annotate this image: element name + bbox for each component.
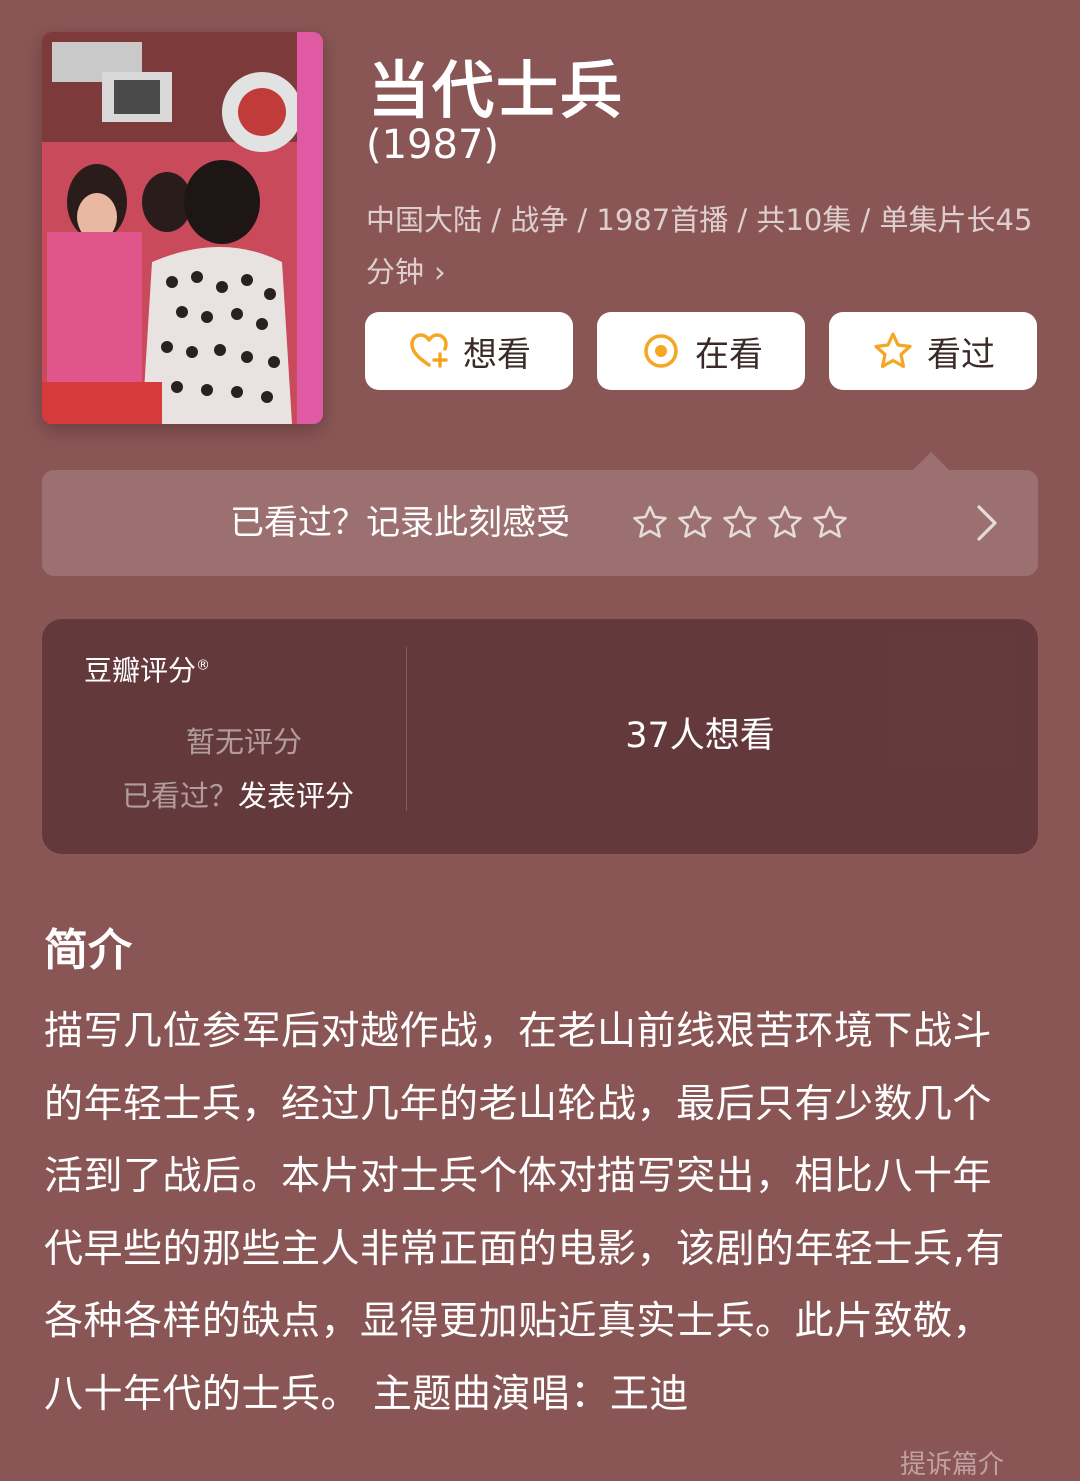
show-meta[interactable]: 中国大陆 / 战争 / 1987首播 / 共10集 / 单集片长45分钟 ›	[366, 194, 1036, 298]
record-bar-pointer	[913, 452, 949, 470]
star-outline-icon[interactable]	[765, 503, 805, 543]
douban-rating-label-text: 豆瓣评分	[84, 654, 197, 687]
heart-plus-icon	[410, 333, 448, 368]
rate-prompt-question: 已看过？	[122, 779, 239, 813]
chevron-right-icon: ›	[434, 255, 446, 289]
target-icon	[644, 334, 678, 368]
chevron-right-icon	[977, 505, 997, 541]
star-outline-icon[interactable]	[720, 503, 760, 543]
watching-button[interactable]: 在看	[597, 312, 805, 390]
show-title: 当代士兵	[368, 54, 625, 127]
record-feeling-bar[interactable]: 已看过？记录此刻感受	[42, 470, 1038, 576]
poster-image[interactable]	[42, 32, 323, 424]
rating-stars[interactable]	[630, 503, 855, 543]
watched-button[interactable]: 看过	[829, 312, 1037, 390]
record-feeling-text: 已看过？记录此刻感受	[230, 503, 570, 543]
no-rating-text: 暂无评分	[185, 725, 302, 759]
registered-mark: ®	[196, 657, 211, 674]
rating-card: 豆瓣评分® 暂无评分 已看过？发表评分 37人想看	[42, 619, 1038, 854]
star-outline-icon[interactable]	[675, 503, 715, 543]
star-outline-icon[interactable]	[810, 503, 850, 543]
want-to-watch-label: 想看	[463, 334, 531, 375]
douban-rating-label: 豆瓣评分®	[84, 649, 210, 689]
more-link[interactable]: 提诉篇介	[900, 1444, 1004, 1481]
show-meta-text: 中国大陆 / 战争 / 1987首播 / 共10集 / 单集片长45分钟	[366, 203, 1033, 289]
want-count[interactable]: 37人想看	[446, 707, 954, 758]
star-outline-icon[interactable]	[630, 503, 670, 543]
want-to-watch-button[interactable]: 想看	[365, 312, 573, 390]
watching-label: 在看	[695, 334, 763, 375]
watched-label: 看过	[927, 334, 995, 375]
synopsis-text: 描写几位参军后对越作战，在老山前线艰苦环境下战斗的年轻士兵，经过几年的老山轮战，…	[44, 1009, 1005, 1417]
post-rating-link[interactable]: 发表评分	[238, 779, 354, 813]
show-year: (1987)	[366, 122, 500, 168]
rate-prompt: 已看过？发表评分	[122, 773, 354, 815]
star-icon	[874, 332, 912, 369]
synopsis-title: 简介	[44, 925, 132, 976]
